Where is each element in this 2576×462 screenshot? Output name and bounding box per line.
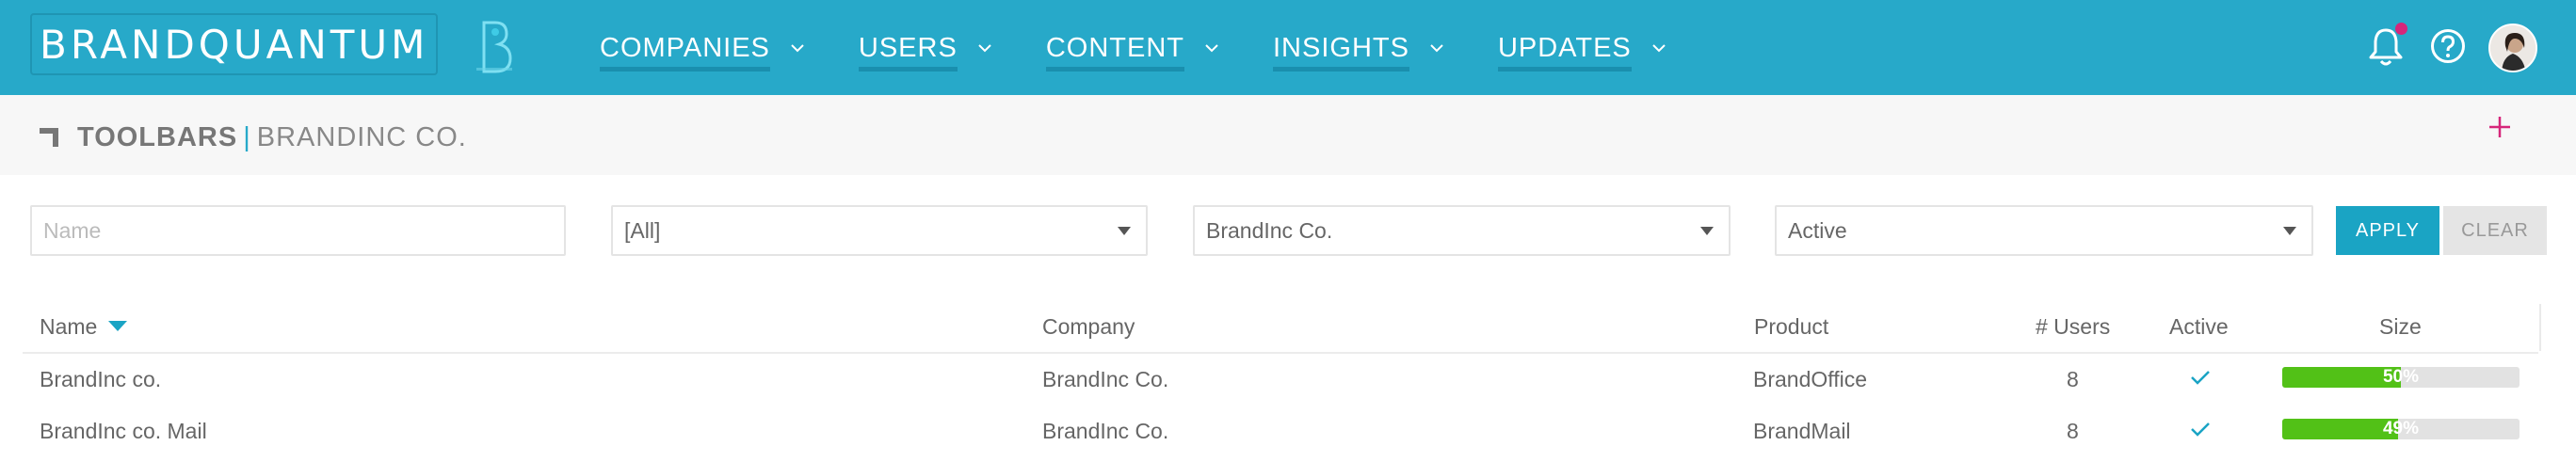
nav-updates[interactable]: UPDATES <box>1497 28 1666 72</box>
chevron-down-icon <box>791 43 804 52</box>
cell-company: BrandInc Co. <box>1042 367 1169 391</box>
toolbar-icon <box>40 128 58 147</box>
page-title-company: BRANDINC CO. <box>256 122 467 152</box>
nav-content[interactable]: CONTENT <box>1045 28 1218 72</box>
caret-down-icon <box>1700 227 1714 235</box>
chevron-down-icon <box>1205 43 1218 52</box>
sort-desc-icon <box>108 321 128 332</box>
avatar[interactable] <box>2488 24 2537 72</box>
name-input[interactable] <box>43 207 564 254</box>
size-progress-bar: 49% <box>2282 419 2520 439</box>
status-select[interactable]: Active <box>1775 205 2313 256</box>
column-header-name-label: Name <box>40 314 98 339</box>
page-title-main: TOOLBARS <box>77 122 238 152</box>
check-icon <box>2191 371 2210 385</box>
type-select-value: [All] <box>624 217 661 243</box>
cell-name: BrandInc co. Mail <box>40 419 207 443</box>
cell-product: BrandOffice <box>1753 367 1868 391</box>
type-select[interactable]: [All] <box>611 205 1148 256</box>
size-progress-bar: 50% <box>2282 367 2520 388</box>
nav-updates-label: UPDATES <box>1497 32 1632 72</box>
chevron-down-icon <box>978 43 991 52</box>
nav-companies[interactable]: COMPANIES <box>600 28 804 72</box>
column-header-product[interactable]: Product <box>1754 314 1828 340</box>
nav-companies-label: COMPANIES <box>600 32 770 72</box>
help-icon[interactable] <box>2430 28 2466 64</box>
column-header-active[interactable]: Active <box>2169 314 2229 340</box>
cell-company: BrandInc Co. <box>1042 419 1169 443</box>
company-select-value: BrandInc Co. <box>1206 217 1333 243</box>
nav-insights[interactable]: INSIGHTS <box>1272 28 1443 72</box>
cell-name: BrandInc co. <box>40 367 162 391</box>
column-header-name[interactable]: Name <box>40 314 128 340</box>
apply-button[interactable]: APPLY <box>2336 206 2439 255</box>
title-separator: | <box>243 122 251 152</box>
size-progress-label: 50% <box>2382 367 2420 387</box>
chevron-down-icon <box>1652 43 1666 52</box>
column-header-size[interactable]: Size <box>2379 314 2422 340</box>
cell-users: 8 <box>2067 419 2079 443</box>
column-header-users[interactable]: # Users <box>2036 314 2110 340</box>
nav-users[interactable]: USERS <box>858 28 991 72</box>
brand-badge-icon <box>476 21 512 73</box>
nav-users-label: USERS <box>858 32 958 72</box>
table-row[interactable]: BrandInc co. BrandInc Co. BrandOffice 8 … <box>0 354 2576 405</box>
clear-button[interactable]: CLEAR <box>2443 206 2547 255</box>
user-avatar-icon <box>2490 25 2536 71</box>
check-icon <box>2191 422 2210 437</box>
brand-logo[interactable]: BRANDQUANTUM <box>30 13 439 75</box>
company-select[interactable]: BrandInc Co. <box>1193 205 1731 256</box>
size-progress-label: 49% <box>2382 419 2420 438</box>
name-filter-input[interactable] <box>30 205 566 256</box>
notification-badge <box>2395 23 2407 35</box>
column-header-company[interactable]: Company <box>1042 314 1135 340</box>
cell-users: 8 <box>2067 367 2079 391</box>
nav-content-label: CONTENT <box>1045 32 1184 72</box>
caret-down-icon <box>1118 227 1131 235</box>
table-row[interactable]: BrandInc co. Mail BrandInc Co. BrandMail… <box>0 406 2576 456</box>
page-title: TOOLBARS | BRANDINC CO. <box>77 121 467 153</box>
status-select-value: Active <box>1788 217 1847 243</box>
brand-name: BRANDQUANTUM <box>40 22 429 68</box>
chevron-down-icon <box>1430 43 1443 52</box>
main-nav: COMPANIES USERS CONTENT INSIGHTS UPDATES <box>600 0 1720 95</box>
caret-down-icon <box>2283 227 2296 235</box>
top-navigation-bar: BRANDQUANTUM COMPANIES USERS CONTENT INS… <box>0 0 2576 95</box>
plus-icon[interactable] <box>2486 113 2514 141</box>
cell-product: BrandMail <box>1753 419 1851 443</box>
table-scrollbar[interactable] <box>2539 304 2554 351</box>
nav-insights-label: INSIGHTS <box>1272 32 1409 72</box>
page-header: TOOLBARS | BRANDINC CO. <box>0 95 2576 175</box>
